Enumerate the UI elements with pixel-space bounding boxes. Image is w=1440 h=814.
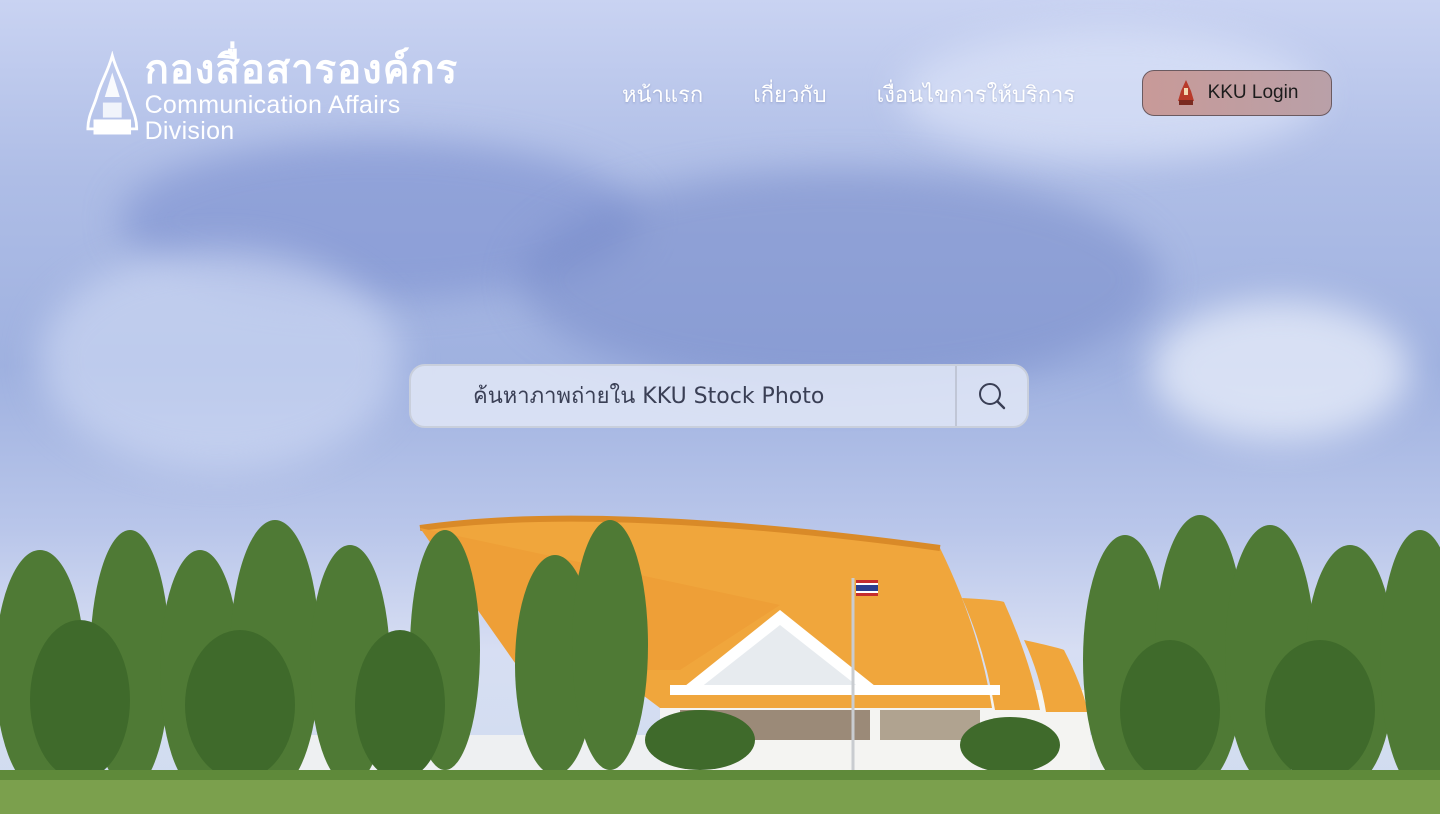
nav-item-home[interactable]: หน้าแรก [622, 80, 703, 112]
temple-emblem-icon [86, 51, 139, 135]
campus-building-scene [0, 515, 1440, 814]
kku-emblem-icon [1177, 80, 1194, 105]
photo-search-bar [409, 364, 1029, 428]
cloud [520, 170, 1160, 390]
nav-item-terms[interactable]: เงื่อนไขการให้บริการ [877, 80, 1076, 112]
search-button[interactable] [955, 366, 1027, 426]
cloud [40, 250, 400, 470]
search-icon [979, 383, 1006, 410]
logo-title: กองสื่อสารองค์กร [144, 48, 459, 92]
main-nav: หน้าแรก เกี่ยวกับ เงื่อนไขการให้บริการ [622, 80, 1075, 112]
nav-item-about[interactable]: เกี่ยวกับ [753, 80, 826, 112]
logo-text: กองสื่อสารองค์กร Communication Affairs D… [145, 48, 476, 144]
logo-subtitle: Communication Affairs Division [144, 91, 401, 145]
login-label: KKU Login [1207, 82, 1299, 103]
search-input[interactable] [411, 366, 955, 426]
site-logo[interactable]: กองสื่อสารองค์กร Communication Affairs D… [86, 48, 476, 144]
kku-login-button[interactable]: KKU Login [1142, 70, 1332, 116]
hero-banner: กองสื่อสารองค์กร Communication Affairs D… [0, 0, 1440, 814]
cloud [1150, 300, 1410, 440]
